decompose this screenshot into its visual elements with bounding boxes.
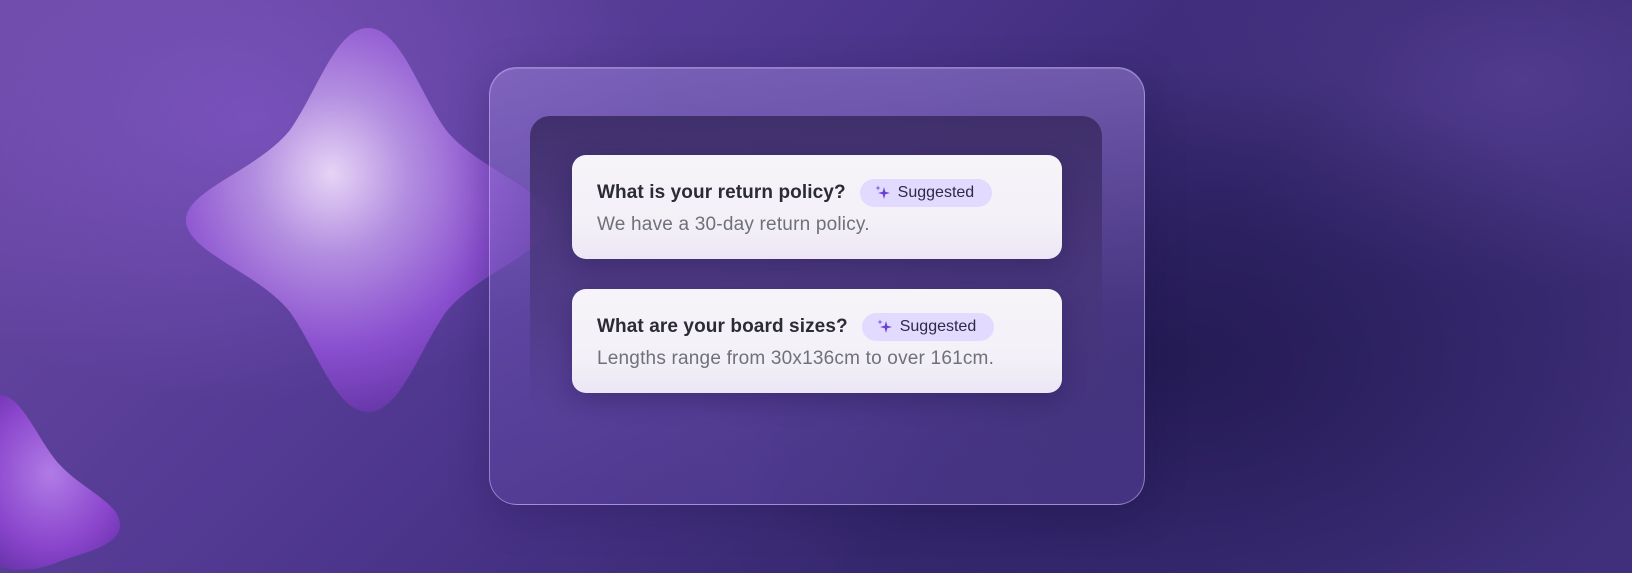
faq-answer: Lengths range from 30x136cm to over 161c… bbox=[597, 348, 995, 369]
sparkle-icon bbox=[874, 184, 892, 202]
badge-label: Suggested bbox=[897, 184, 975, 201]
suggested-badge: Suggested bbox=[861, 313, 995, 341]
decorative-star-small bbox=[0, 395, 120, 573]
faq-question: What is your return policy? bbox=[597, 182, 846, 203]
faq-answer: We have a 30-day return policy. bbox=[597, 214, 870, 235]
suggested-badge: Suggested bbox=[859, 179, 993, 207]
glass-panel: What is your return policy? Suggested We… bbox=[489, 67, 1145, 505]
faq-card[interactable]: What are your board sizes? Suggested Len… bbox=[572, 289, 1062, 393]
faq-card-header: What is your return policy? Suggested bbox=[597, 179, 993, 207]
sparkle-icon bbox=[876, 318, 894, 336]
faq-question: What are your board sizes? bbox=[597, 316, 848, 337]
faq-card[interactable]: What is your return policy? Suggested We… bbox=[572, 155, 1062, 259]
badge-label: Suggested bbox=[899, 318, 977, 335]
faq-card-header: What are your board sizes? Suggested bbox=[597, 313, 995, 341]
